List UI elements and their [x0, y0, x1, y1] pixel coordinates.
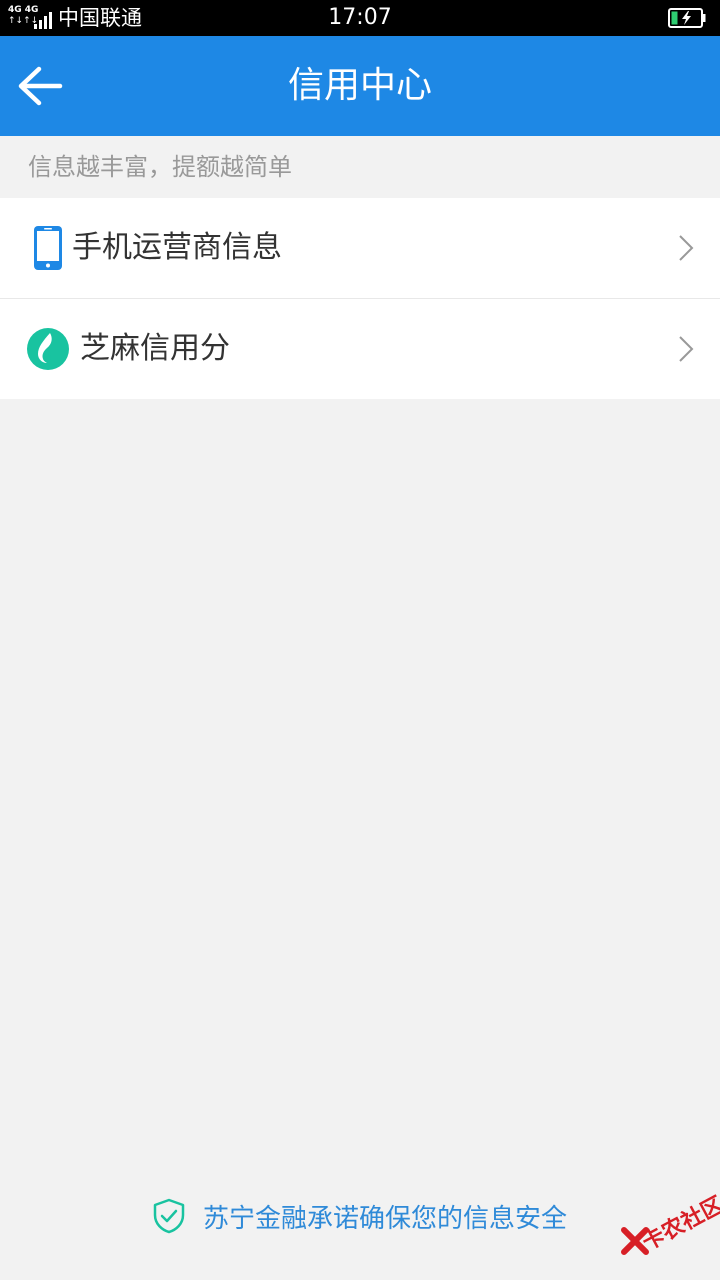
phone-icon: [34, 226, 62, 270]
signal-icon: [34, 12, 52, 29]
tip-text: 信息越丰富，提额越简单: [28, 153, 292, 181]
shield-check-icon: [153, 1198, 185, 1234]
list-item-phone-carrier[interactable]: 手机运营商信息: [0, 198, 720, 299]
list-item-label: 芝麻信用分: [80, 331, 230, 366]
security-note-text: 苏宁金融承诺确保您的信息安全: [202, 1203, 567, 1234]
chevron-right-icon: [679, 336, 694, 362]
list-item-label: 手机运营商信息: [72, 230, 282, 265]
status-bar: 4G 4G ↑↓↑↓ 中国联通 17:07: [0, 0, 720, 36]
back-button[interactable]: [10, 56, 70, 116]
sesame-credit-icon: [27, 328, 69, 370]
app-header: 信用中心: [0, 36, 720, 136]
battery-charging-icon: [668, 8, 706, 28]
credit-list: 手机运营商信息 芝麻信用分: [0, 198, 720, 399]
network-indicator: 4G 4G ↑↓↑↓: [8, 3, 52, 33]
carrier-name: 中国联通: [58, 6, 142, 30]
watermark-text: 卡农社区: [638, 1192, 720, 1256]
back-arrow-icon: [18, 66, 63, 106]
chevron-right-icon: [679, 235, 694, 261]
watermark-logo: 卡农社区: [616, 1188, 720, 1260]
list-item-sesame-credit[interactable]: 芝麻信用分: [0, 299, 720, 399]
status-left: 4G 4G ↑↓↑↓ 中国联通: [8, 0, 142, 36]
page-title: 信用中心: [287, 65, 432, 106]
security-note: 苏宁金融承诺确保您的信息安全: [0, 1188, 720, 1244]
